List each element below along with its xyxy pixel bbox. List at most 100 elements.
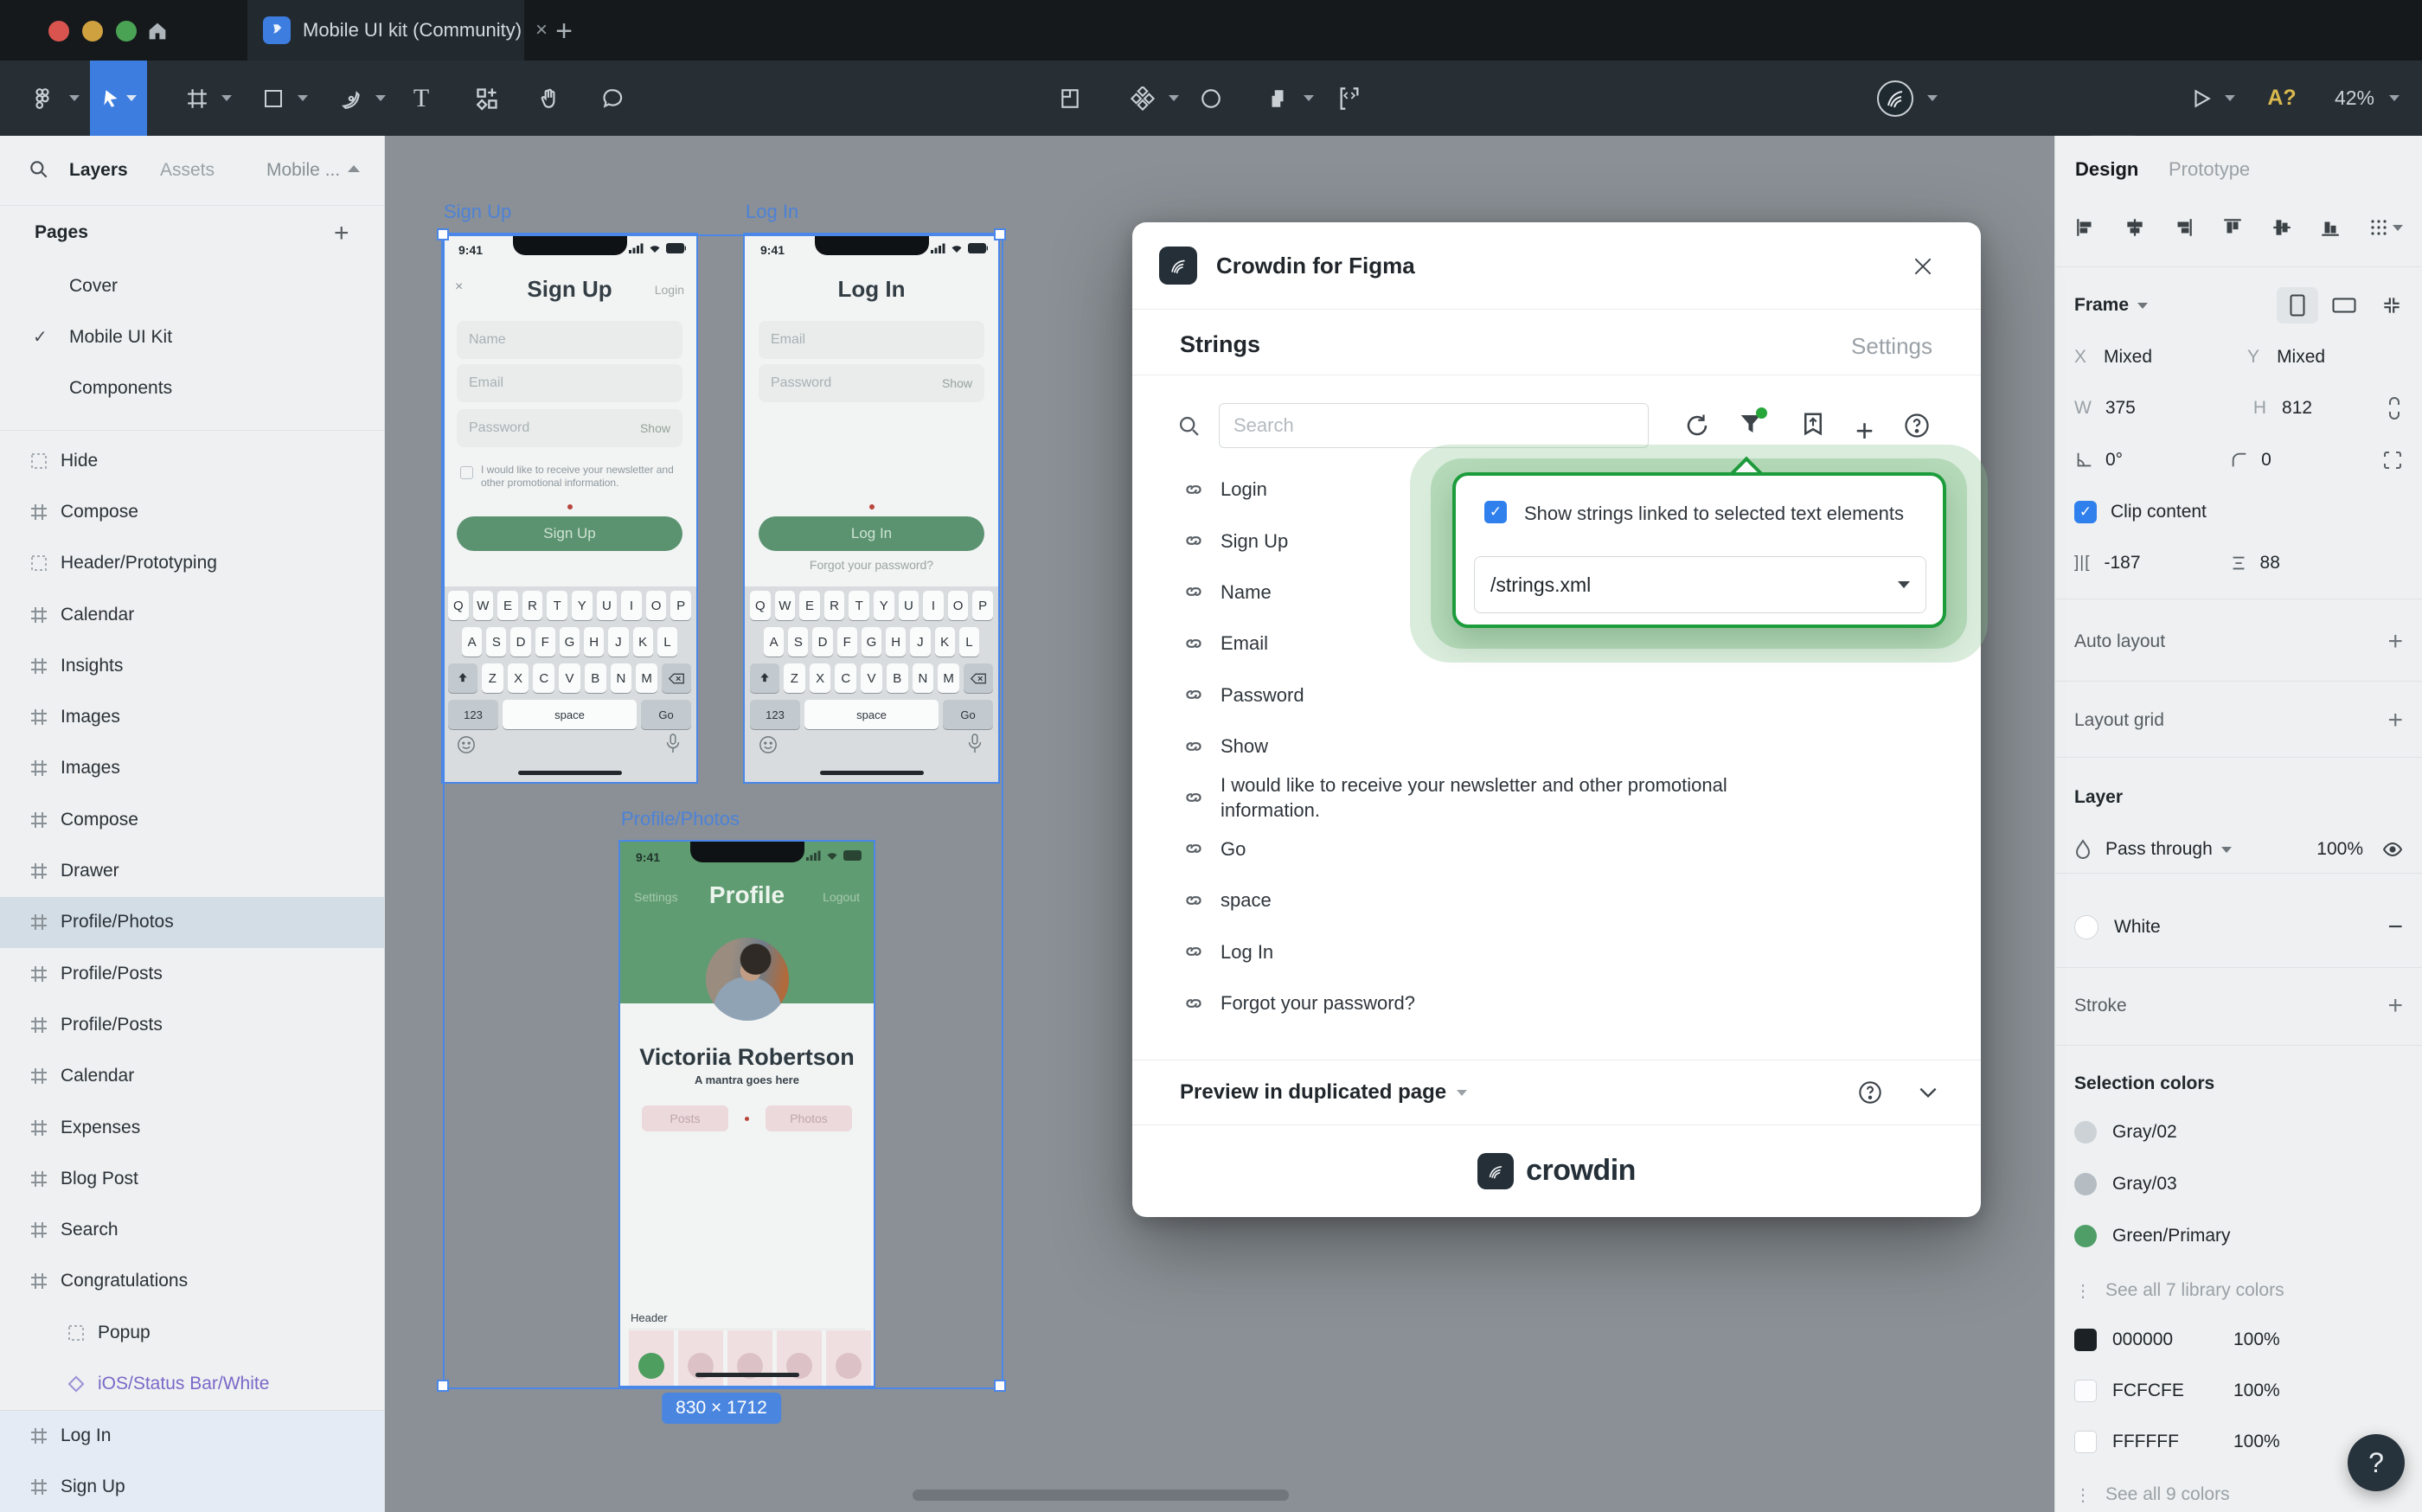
blend-mode-value[interactable]: Pass through bbox=[2105, 839, 2213, 860]
login-frame[interactable]: 9:41 Log In Email Password Show Log In F… bbox=[745, 234, 998, 782]
main-menu-chevron-icon[interactable] bbox=[64, 61, 85, 136]
corner-radius-value[interactable]: 0 bbox=[2261, 450, 2271, 471]
key[interactable]: B bbox=[887, 663, 908, 693]
layer-row[interactable]: Images bbox=[0, 691, 384, 742]
h-value[interactable]: 812 bbox=[2282, 398, 2312, 419]
layer-row[interactable]: Insights bbox=[0, 640, 384, 691]
mic-icon[interactable] bbox=[965, 734, 984, 754]
layer-row[interactable]: Calendar bbox=[0, 589, 384, 640]
key[interactable]: Z bbox=[482, 663, 503, 693]
shift-key[interactable] bbox=[448, 663, 477, 693]
filter-icon[interactable] bbox=[1738, 411, 1764, 437]
key[interactable]: P bbox=[670, 591, 691, 620]
profile-frame[interactable]: 9:41 Settings Profile Logout Victoriia R… bbox=[620, 842, 874, 1386]
show-password-link[interactable]: Show bbox=[640, 421, 670, 435]
backspace-key[interactable] bbox=[662, 663, 691, 693]
align-h-center-icon[interactable] bbox=[2124, 216, 2146, 239]
key[interactable]: E bbox=[497, 591, 518, 620]
password-field[interactable]: Password Show bbox=[759, 364, 984, 402]
page-row[interactable]: ✓ Cover bbox=[0, 260, 384, 311]
forgot-password-link[interactable]: Forgot your password? bbox=[745, 558, 998, 572]
tab-prototype[interactable]: Prototype bbox=[2169, 158, 2250, 181]
user-avatar[interactable] bbox=[1874, 61, 1917, 136]
login-link[interactable]: Login bbox=[655, 283, 684, 297]
show-password-link[interactable]: Show bbox=[942, 376, 972, 390]
layer-row[interactable]: Compose bbox=[0, 794, 384, 845]
layer-row[interactable]: Drawer bbox=[0, 845, 384, 896]
key[interactable]: G bbox=[560, 627, 580, 657]
hex-opacity[interactable]: 100% bbox=[2233, 1329, 2280, 1350]
close-icon[interactable] bbox=[1910, 253, 1936, 279]
search-input[interactable] bbox=[1219, 403, 1649, 448]
frame-label-profile[interactable]: Profile/Photos bbox=[621, 808, 740, 830]
hex-opacity[interactable]: 100% bbox=[2233, 1432, 2280, 1452]
key[interactable]: W bbox=[775, 591, 796, 620]
string-row[interactable]: I would like to receive your newsletter … bbox=[1182, 772, 1926, 823]
mask-icon[interactable] bbox=[1189, 61, 1233, 136]
tab-design[interactable]: Design bbox=[2075, 158, 2138, 181]
logout-link[interactable]: Logout bbox=[823, 890, 860, 904]
key[interactable]: X bbox=[508, 663, 529, 693]
tab-posts[interactable]: Posts bbox=[642, 1105, 728, 1131]
present-icon[interactable] bbox=[2182, 61, 2221, 136]
layer-row[interactable]: iOS/Status Bar/White bbox=[0, 1358, 384, 1409]
present-chevron-icon[interactable] bbox=[2220, 61, 2240, 136]
layer-row[interactable]: Sign Up bbox=[0, 1461, 384, 1512]
add-string-button[interactable]: + bbox=[1855, 413, 1874, 449]
key[interactable]: S bbox=[788, 627, 808, 657]
hex-swatch[interactable] bbox=[2074, 1329, 2097, 1351]
key[interactable]: D bbox=[812, 627, 832, 657]
x-value[interactable]: Mixed bbox=[2104, 347, 2152, 368]
preview-help-icon[interactable] bbox=[1858, 1080, 1882, 1105]
visibility-icon[interactable] bbox=[2382, 839, 2403, 860]
layout-panel-icon[interactable] bbox=[1048, 61, 1092, 136]
layer-row[interactable]: Images bbox=[0, 743, 384, 794]
key[interactable]: I bbox=[923, 591, 944, 620]
libraries-icon[interactable] bbox=[1121, 61, 1164, 136]
tab-assets[interactable]: Assets bbox=[160, 160, 215, 181]
numbers-key[interactable]: 123 bbox=[448, 700, 498, 729]
go-key[interactable]: Go bbox=[943, 700, 993, 729]
key[interactable]: Y bbox=[874, 591, 894, 620]
key[interactable]: K bbox=[633, 627, 653, 657]
shrink-to-fit-icon[interactable] bbox=[2380, 294, 2403, 317]
layer-row[interactable]: Expenses bbox=[0, 1102, 384, 1153]
selection-handle[interactable] bbox=[994, 1380, 1006, 1392]
layer-row[interactable]: Hide bbox=[0, 435, 384, 486]
selection-handle[interactable] bbox=[437, 1380, 449, 1392]
page-switcher[interactable]: Mobile ... bbox=[266, 160, 340, 181]
photo-tile[interactable] bbox=[727, 1330, 772, 1386]
string-row[interactable]: Show bbox=[1182, 721, 1926, 772]
file-tab[interactable]: Mobile UI kit (Community) × bbox=[247, 0, 524, 61]
key[interactable]: S bbox=[486, 627, 506, 657]
key[interactable]: P bbox=[972, 591, 993, 620]
landscape-button[interactable] bbox=[2323, 287, 2365, 324]
key[interactable]: M bbox=[938, 663, 959, 693]
key[interactable]: Y bbox=[572, 591, 593, 620]
layer-row[interactable]: Profile/Posts bbox=[0, 948, 384, 999]
frame-section-label[interactable]: Frame bbox=[2074, 295, 2129, 316]
remove-fill-icon[interactable]: − bbox=[2387, 913, 2403, 942]
layer-row[interactable]: Popup bbox=[0, 1307, 384, 1358]
key[interactable]: L bbox=[657, 627, 677, 657]
page-row[interactable]: ✓ Components bbox=[0, 363, 384, 414]
key[interactable]: H bbox=[584, 627, 604, 657]
emoji-icon[interactable] bbox=[457, 735, 476, 754]
add-auto-layout-button[interactable]: + bbox=[2387, 627, 2403, 657]
color-row[interactable]: Gray/02 bbox=[2074, 1106, 2403, 1158]
see-all-colors-row[interactable]: ⋮ See all 9 colors bbox=[2074, 1480, 2403, 1509]
photo-tile[interactable] bbox=[777, 1330, 822, 1386]
key[interactable]: M bbox=[636, 663, 657, 693]
layer-row[interactable]: Blog Post bbox=[0, 1153, 384, 1204]
newsletter-checkbox[interactable] bbox=[460, 466, 473, 479]
mic-icon[interactable] bbox=[663, 734, 682, 754]
boolean-chevron-icon[interactable] bbox=[1299, 61, 1318, 136]
key[interactable]: O bbox=[948, 591, 969, 620]
zoom-chevron-icon[interactable] bbox=[2384, 61, 2405, 136]
rotation-value[interactable]: 0° bbox=[2105, 450, 2123, 471]
selection-handle[interactable] bbox=[437, 228, 449, 240]
signup-button[interactable]: Sign Up bbox=[457, 516, 682, 551]
emoji-icon[interactable] bbox=[759, 735, 778, 754]
key[interactable]: O bbox=[646, 591, 667, 620]
search-icon[interactable] bbox=[28, 158, 50, 181]
